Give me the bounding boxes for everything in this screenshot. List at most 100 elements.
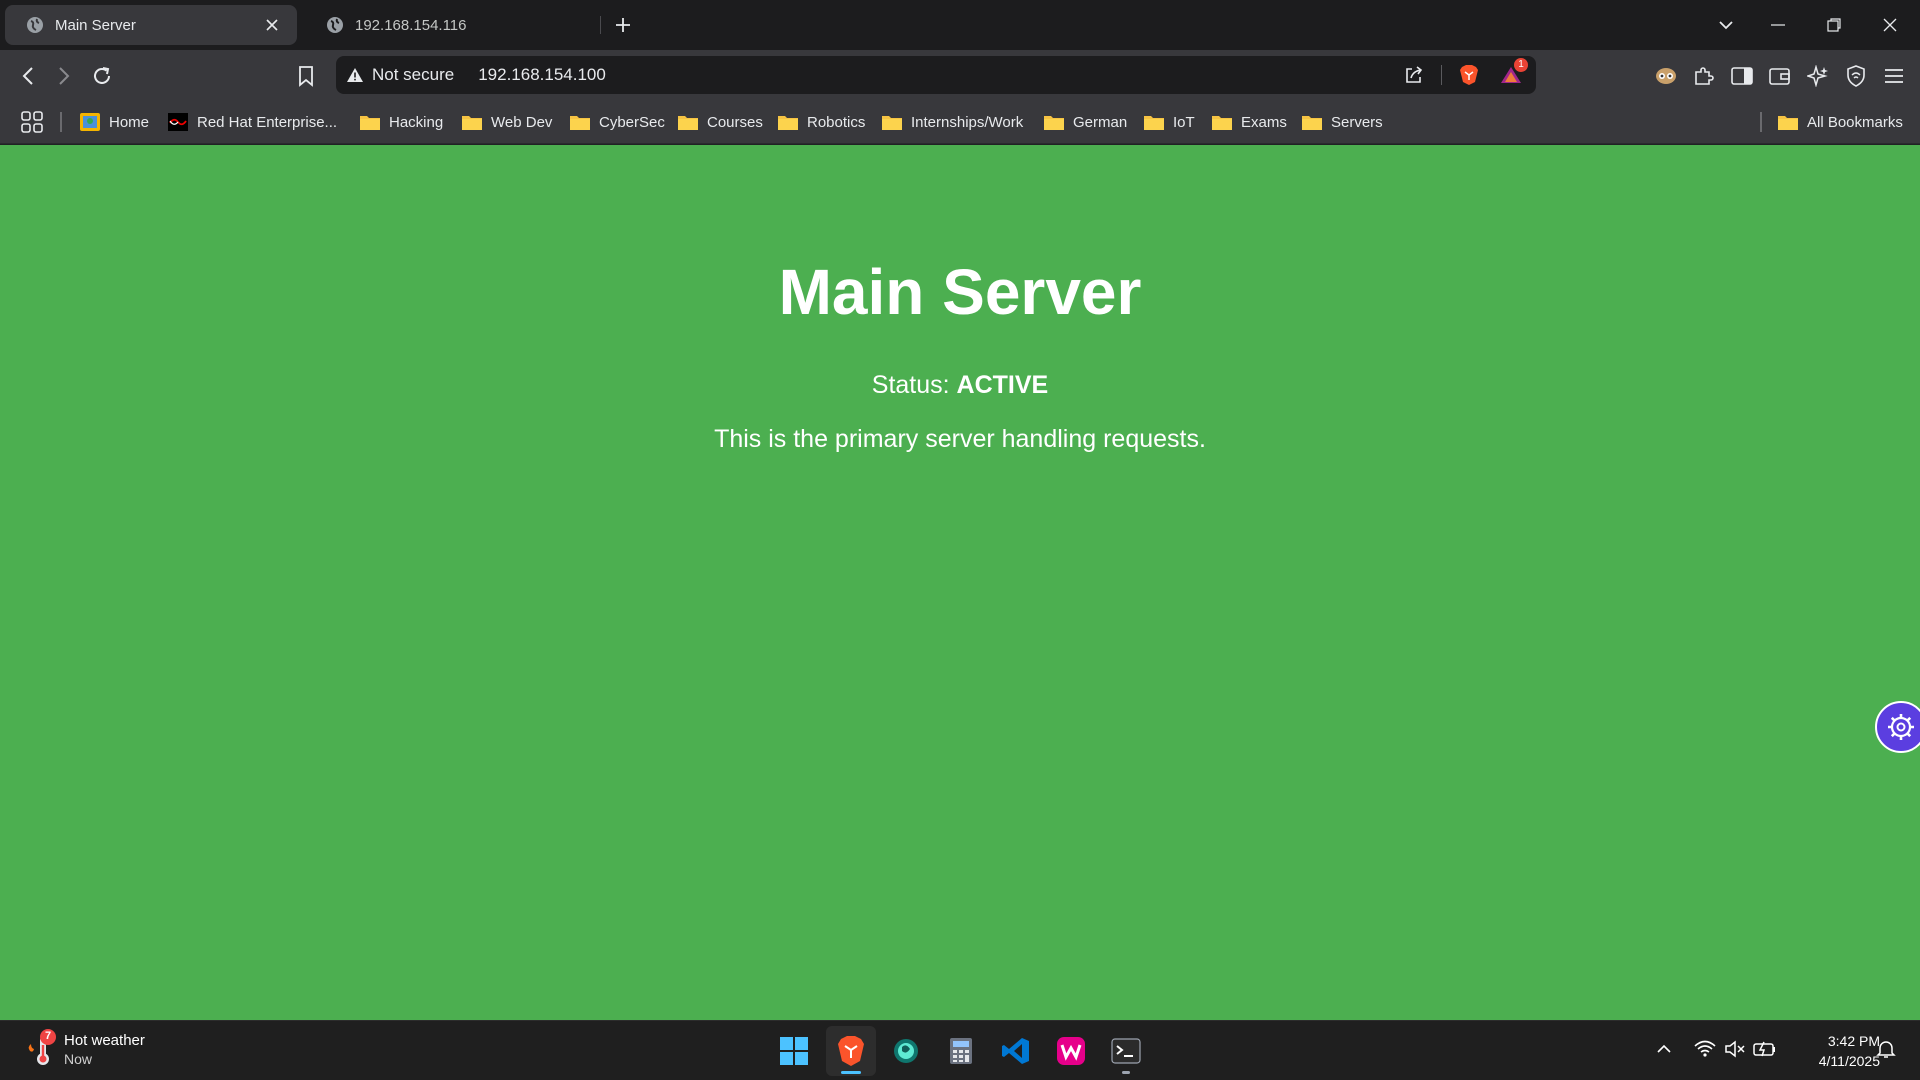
brave-rewards-icon[interactable]: 1 xyxy=(1496,58,1528,90)
close-tab-icon[interactable] xyxy=(261,14,283,36)
home-bookmark-icon xyxy=(80,112,100,132)
url-text[interactable]: 192.168.154.100 xyxy=(478,65,606,85)
windows-icon xyxy=(780,1037,808,1065)
close-window-button[interactable] xyxy=(1862,0,1918,50)
brave-icon xyxy=(838,1036,864,1066)
wifi-icon[interactable] xyxy=(1691,1035,1719,1063)
clock-time: 3:42 PM xyxy=(1827,1033,1880,1049)
taskbar-vs-code[interactable] xyxy=(991,1026,1041,1076)
show-hidden-icons-button[interactable] xyxy=(1650,1035,1678,1063)
weather-subtitle: Now xyxy=(64,1050,93,1067)
web-page-content: Main Server Status: ACTIVE This is the p… xyxy=(0,145,1920,1020)
bookmark-folder-web-dev[interactable]: Web Dev xyxy=(462,108,552,136)
tab-title: Main Server xyxy=(55,16,136,34)
browser-toolbar: Not secure 192.168.154.100 1 xyxy=(0,50,1920,100)
battery-charging-icon[interactable] xyxy=(1751,1035,1779,1063)
brave-shields-icon[interactable] xyxy=(1454,60,1484,90)
folder-icon xyxy=(360,112,380,132)
wamp-icon xyxy=(1057,1037,1085,1065)
bookmarks-divider xyxy=(1760,112,1762,132)
notifications-icon[interactable] xyxy=(1872,1035,1900,1063)
bookmark-folder-courses[interactable]: Courses xyxy=(678,108,763,136)
bookmark-folder-exams[interactable]: Exams xyxy=(1212,108,1287,136)
bookmark-folder-robotics[interactable]: Robotics xyxy=(778,108,865,136)
sidebar-icon[interactable] xyxy=(1726,60,1758,92)
omnibox-divider xyxy=(1441,65,1442,85)
bookmarks-bar: Home Red Hat Enterprise... Hacking Web D… xyxy=(0,100,1920,144)
tab-second-server[interactable]: 192.168.154.116 xyxy=(305,5,597,45)
all-bookmarks-folder[interactable]: All Bookmarks xyxy=(1778,108,1903,136)
tab-divider xyxy=(600,16,601,34)
notification-badge: 1 xyxy=(1514,58,1528,72)
bookmark-label: Web Dev xyxy=(491,113,553,131)
running-indicator xyxy=(1122,1071,1130,1074)
system-clock[interactable]: 3:42 PM 4/11/2025 xyxy=(1790,1031,1880,1071)
bookmark-page-button[interactable] xyxy=(290,60,322,92)
share-icon[interactable] xyxy=(1399,60,1429,90)
extensions-icon[interactable] xyxy=(1688,60,1720,92)
bookmark-label: Courses xyxy=(707,113,763,131)
restore-button[interactable] xyxy=(1806,0,1862,50)
taskbar-terminal[interactable] xyxy=(1101,1026,1151,1076)
taskbar-app-globe[interactable] xyxy=(881,1026,931,1076)
volume-muted-icon[interactable] xyxy=(1721,1035,1749,1063)
status-value: ACTIVE xyxy=(956,371,1049,399)
forward-button[interactable] xyxy=(48,60,80,92)
apps-grid-icon[interactable] xyxy=(18,108,46,136)
gear-icon xyxy=(1888,714,1914,740)
bookmark-folder-hacking[interactable]: Hacking xyxy=(360,108,443,136)
vpn-icon[interactable] xyxy=(1840,60,1872,92)
weather-widget[interactable]: 7 Hot weather Now xyxy=(24,1029,145,1069)
folder-icon xyxy=(678,112,698,132)
bookmark-folder-servers[interactable]: Servers xyxy=(1302,108,1383,136)
active-indicator xyxy=(841,1071,861,1074)
taskbar-brave-browser[interactable] xyxy=(826,1026,876,1076)
weather-badge: 7 xyxy=(44,1030,52,1042)
tab-main-server[interactable]: Main Server xyxy=(5,5,297,45)
bookmark-redhat[interactable]: Red Hat Enterprise... xyxy=(168,108,337,136)
folder-icon xyxy=(1212,112,1232,132)
status-label: Status: xyxy=(871,371,950,399)
leo-ai-icon[interactable] xyxy=(1650,60,1682,92)
back-button[interactable] xyxy=(12,60,44,92)
tab-search-button[interactable] xyxy=(1698,0,1754,50)
settings-gear-button[interactable] xyxy=(1875,701,1920,753)
leo-sparkle-icon[interactable] xyxy=(1802,60,1834,92)
address-bar[interactable]: Not secure 192.168.154.100 1 xyxy=(336,56,1536,94)
taskbar-calculator[interactable] xyxy=(936,1026,986,1076)
taskbar-wamp-server[interactable] xyxy=(1046,1026,1096,1076)
redhat-icon xyxy=(168,112,188,132)
folder-icon xyxy=(1778,112,1798,132)
new-tab-button[interactable] xyxy=(608,10,638,40)
bookmark-label: CyberSec xyxy=(599,113,665,131)
bookmark-folder-german[interactable]: German xyxy=(1044,108,1127,136)
not-secure-label: Not secure xyxy=(372,65,455,84)
security-indicator[interactable]: Not secure xyxy=(346,65,454,85)
folder-icon xyxy=(462,112,482,132)
bookmark-folder-internships[interactable]: Internships/Work xyxy=(882,108,1023,136)
folder-icon xyxy=(778,112,798,132)
calculator-icon xyxy=(950,1038,972,1064)
bookmark-folder-cybersec[interactable]: CyberSec xyxy=(570,108,665,136)
warning-icon xyxy=(346,67,372,83)
bookmark-label: Robotics xyxy=(807,113,866,131)
thermometer-icon: 7 xyxy=(24,1029,60,1069)
bookmark-label: IoT xyxy=(1173,113,1195,131)
bookmark-label: German xyxy=(1073,113,1128,131)
wallet-icon[interactable] xyxy=(1764,60,1796,92)
vscode-icon xyxy=(1002,1038,1029,1064)
reload-button[interactable] xyxy=(86,60,118,92)
folder-icon xyxy=(1144,112,1164,132)
bookmarks-divider xyxy=(60,112,62,132)
bookmark-home[interactable]: Home xyxy=(80,108,149,136)
bookmark-label: Internships/Work xyxy=(911,113,1024,131)
terminal-icon xyxy=(1111,1038,1141,1064)
menu-icon[interactable] xyxy=(1878,60,1910,92)
globe-icon xyxy=(325,15,345,35)
bookmark-label: Servers xyxy=(1331,113,1383,131)
bookmark-label: Hacking xyxy=(389,113,444,131)
server-description: This is the primary server handling requ… xyxy=(714,425,1206,453)
start-button[interactable] xyxy=(769,1026,819,1076)
minimize-button[interactable] xyxy=(1750,0,1806,50)
bookmark-folder-iot[interactable]: IoT xyxy=(1144,108,1195,136)
